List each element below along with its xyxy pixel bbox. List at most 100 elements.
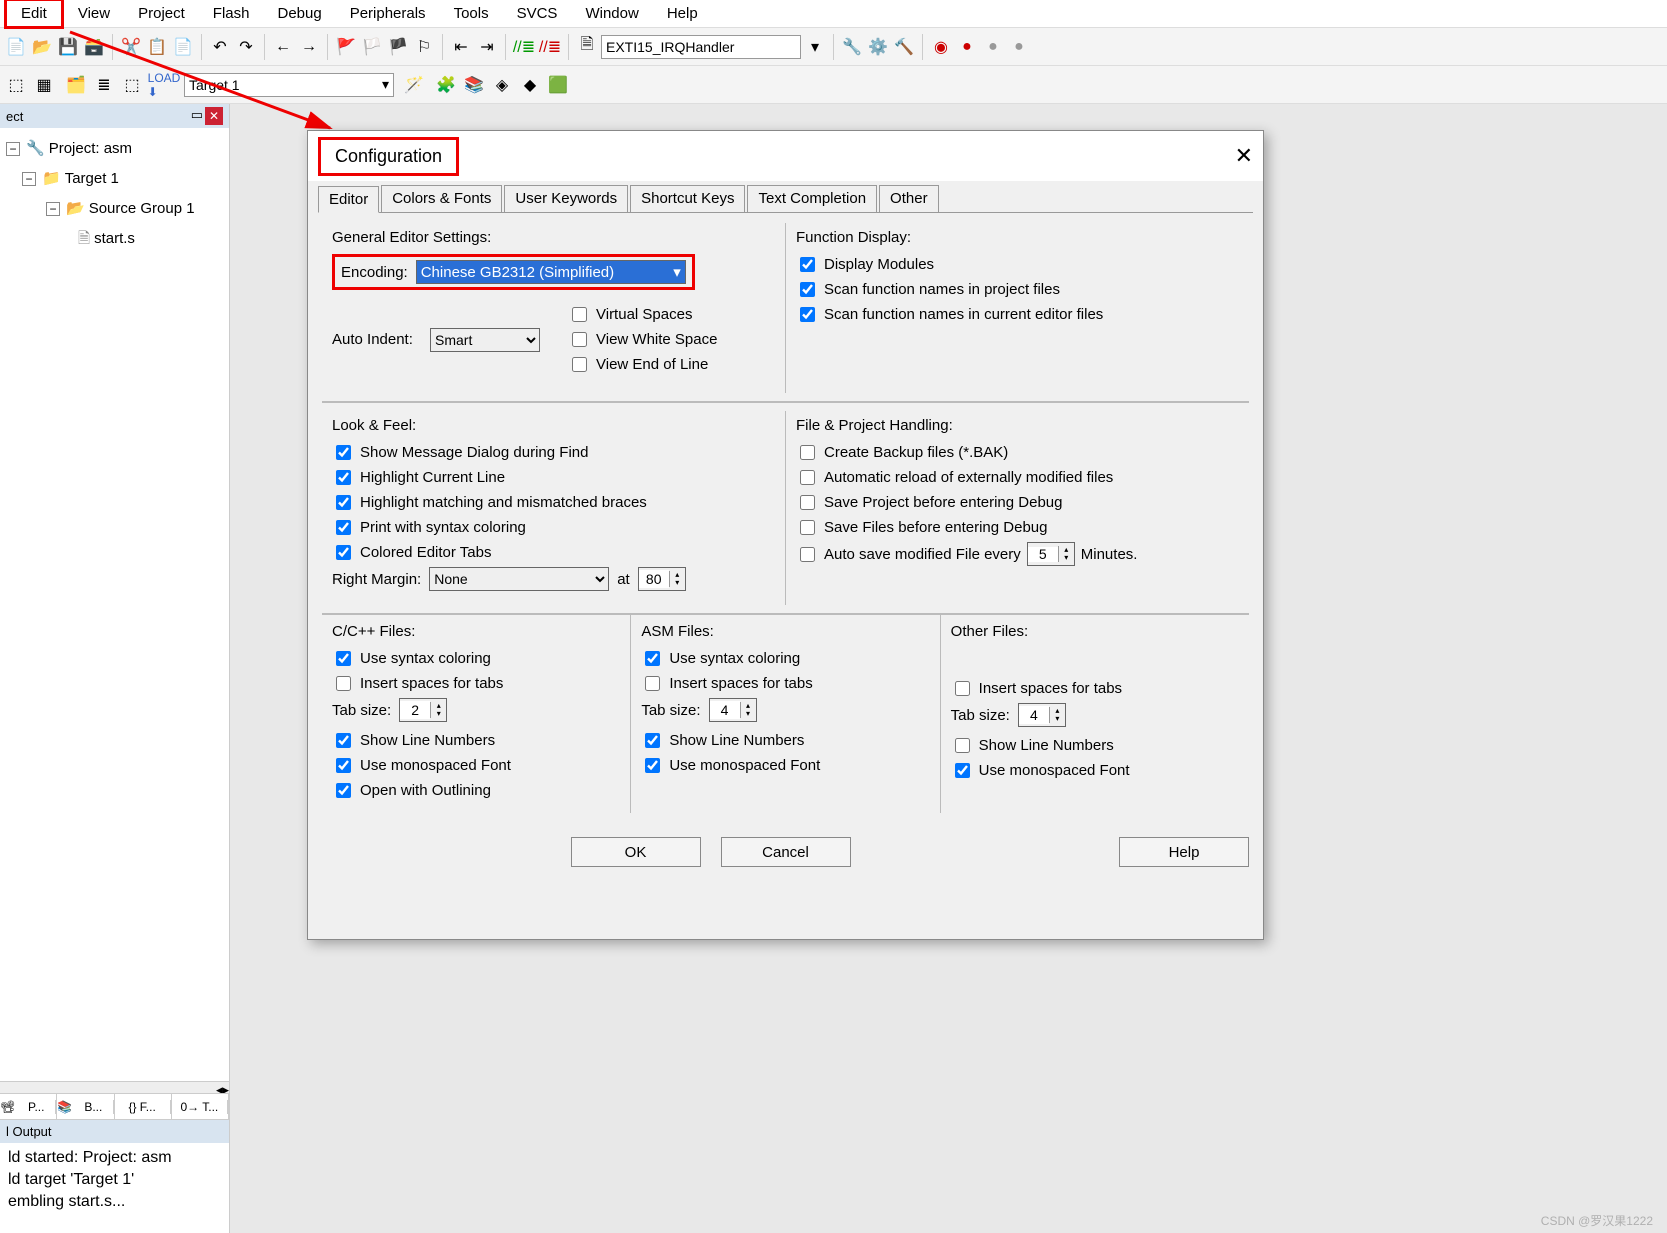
highlight-line-check[interactable] — [336, 470, 351, 485]
other-tab-spin[interactable]: ▴▾ — [1018, 703, 1066, 727]
margin-at-spin[interactable]: ▴▾ — [638, 567, 686, 591]
save-icon[interactable]: 💾 — [56, 35, 80, 59]
tab-functions[interactable]: {} F... — [115, 1094, 172, 1119]
tab-colors[interactable]: Colors & Fonts — [381, 185, 502, 212]
menu-tools[interactable]: Tools — [440, 1, 503, 26]
tab-project[interactable]: 📽 P... — [0, 1094, 57, 1119]
scan-project-check[interactable] — [800, 282, 815, 297]
menu-help[interactable]: Help — [653, 1, 712, 26]
record-red-icon[interactable]: ● — [955, 35, 979, 59]
cc-linenum-check[interactable] — [336, 733, 351, 748]
undo-icon[interactable]: ↶ — [208, 35, 232, 59]
menu-debug[interactable]: Debug — [263, 1, 335, 26]
batch-build-icon[interactable]: ≣ — [92, 73, 116, 97]
rte-icon[interactable]: 🟩 — [546, 73, 570, 97]
debug-start-icon[interactable]: ◉ — [929, 35, 953, 59]
help-button[interactable]: Help — [1119, 837, 1249, 867]
cc-outline-check[interactable] — [336, 783, 351, 798]
other-mono-check[interactable] — [955, 763, 970, 778]
pack-icon[interactable]: ◈ — [490, 73, 514, 97]
bookmark-clear-icon[interactable]: ⚐ — [412, 35, 436, 59]
comment-icon[interactable]: //≣ — [512, 35, 536, 59]
bookmark-prev-icon[interactable]: 🏳️ — [360, 35, 384, 59]
build-target-icon[interactable]: ▦ — [32, 73, 56, 97]
view-white-check[interactable] — [572, 332, 587, 347]
sidebar-dock-icon[interactable]: ▭ — [191, 107, 203, 125]
auto-indent-select[interactable]: Smart — [430, 328, 540, 352]
rebuild-icon[interactable]: ⚙️ — [866, 35, 890, 59]
bookmark-next-icon[interactable]: 🏴 — [386, 35, 410, 59]
cc-tab-spin[interactable]: ▴▾ — [399, 698, 447, 722]
paste-icon[interactable]: 📄 — [171, 35, 195, 59]
scan-editor-check[interactable] — [800, 307, 815, 322]
open-icon[interactable]: 📂 — [30, 35, 54, 59]
books-icon[interactable]: 📚 — [462, 73, 486, 97]
other-linenum-check[interactable] — [955, 738, 970, 753]
cut-icon[interactable]: ✂️ — [119, 35, 143, 59]
menu-project[interactable]: Project — [124, 1, 199, 26]
asm-spaces-check[interactable] — [645, 676, 660, 691]
combo-drop-icon[interactable]: ▾ — [803, 35, 827, 59]
project-tree[interactable]: −🔧 Project: asm −📁 Target 1 −📂 Source Gr… — [0, 128, 229, 1081]
stop-build-icon[interactable]: ⬚ — [120, 73, 144, 97]
menu-view[interactable]: View — [64, 1, 124, 26]
options-icon[interactable]: 🔨 — [892, 35, 916, 59]
backup-check[interactable] — [800, 445, 815, 460]
cancel-button[interactable]: Cancel — [721, 837, 851, 867]
colored-tabs-check[interactable] — [336, 545, 351, 560]
view-eol-check[interactable] — [572, 357, 587, 372]
autosave-spin[interactable]: ▴▾ — [1027, 542, 1075, 566]
tab-editor[interactable]: Editor — [318, 186, 379, 213]
tab-templates[interactable]: 0→ T... — [172, 1094, 229, 1119]
print-syntax-check[interactable] — [336, 520, 351, 535]
rebuild-all-icon[interactable]: 🗂️ — [64, 73, 88, 97]
virtual-spaces-check[interactable] — [572, 307, 587, 322]
asm-mono-check[interactable] — [645, 758, 660, 773]
menu-flash[interactable]: Flash — [199, 1, 264, 26]
copy-icon[interactable]: 📋 — [145, 35, 169, 59]
file-icon[interactable]: 🗎 — [575, 35, 599, 59]
scroll-right-icon[interactable]: ▸ — [222, 1082, 229, 1093]
auto-reload-check[interactable] — [800, 470, 815, 485]
ok-button[interactable]: OK — [571, 837, 701, 867]
tab-shortcuts[interactable]: Shortcut Keys — [630, 185, 745, 212]
tab-books[interactable]: 📚 B... — [57, 1094, 114, 1119]
highlight-braces-check[interactable] — [336, 495, 351, 510]
translate-icon[interactable]: ⬚ — [4, 73, 28, 97]
nav-fwd-icon[interactable]: → — [297, 35, 321, 59]
save-files-check[interactable] — [800, 520, 815, 535]
asm-syntax-check[interactable] — [645, 651, 660, 666]
download-icon[interactable]: LOAD⬇ — [152, 73, 176, 97]
save-all-icon[interactable]: 🗃️ — [82, 35, 106, 59]
asm-linenum-check[interactable] — [645, 733, 660, 748]
autosave-check[interactable] — [800, 547, 815, 562]
right-margin-select[interactable]: None — [429, 567, 609, 591]
menu-window[interactable]: Window — [571, 1, 652, 26]
cc-syntax-check[interactable] — [336, 651, 351, 666]
save-project-check[interactable] — [800, 495, 815, 510]
manage-icon[interactable]: 🧩 — [434, 73, 458, 97]
encoding-select[interactable]: Chinese GB2312 (Simplified)▾ — [416, 260, 686, 284]
tab-completion[interactable]: Text Completion — [747, 185, 877, 212]
bookmark-icon[interactable]: 🚩 — [334, 35, 358, 59]
menu-peripherals[interactable]: Peripherals — [336, 1, 440, 26]
close-icon[interactable]: ✕ — [1235, 143, 1253, 169]
sidebar-close-icon[interactable]: ✕ — [205, 107, 223, 125]
cc-mono-check[interactable] — [336, 758, 351, 773]
wand-icon[interactable]: 🪄 — [402, 73, 426, 97]
record-gray-icon[interactable]: ● — [981, 35, 1005, 59]
uncomment-icon[interactable]: //≣ — [538, 35, 562, 59]
indent-right-icon[interactable]: ⇥ — [475, 35, 499, 59]
menu-edit[interactable]: Edit — [4, 0, 64, 29]
record-gray2-icon[interactable]: ● — [1007, 35, 1031, 59]
new-icon[interactable]: 📄 — [4, 35, 28, 59]
msg-dialog-check[interactable] — [336, 445, 351, 460]
display-modules-check[interactable] — [800, 257, 815, 272]
menu-svcs[interactable]: SVCS — [503, 1, 572, 26]
nav-back-icon[interactable]: ← — [271, 35, 295, 59]
cc-spaces-check[interactable] — [336, 676, 351, 691]
other-spaces-check[interactable] — [955, 681, 970, 696]
irq-handler-combo[interactable]: EXTI15_IRQHandler — [601, 35, 801, 59]
redo-icon[interactable]: ↷ — [234, 35, 258, 59]
tab-other[interactable]: Other — [879, 185, 939, 212]
